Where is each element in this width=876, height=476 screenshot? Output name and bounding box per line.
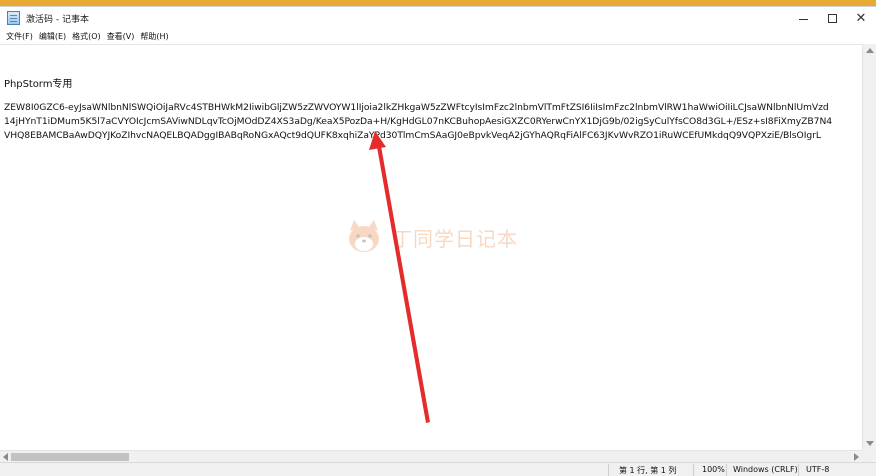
encoding: UTF-8 <box>806 465 830 474</box>
watermark-dog-logo <box>349 220 379 252</box>
status-separator <box>798 464 799 476</box>
menu-bar: 文件(F) 编辑(E) 格式(O) 查看(V) 帮助(H) <box>0 28 876 44</box>
close-icon: ✕ <box>855 10 867 26</box>
cursor-position: 第 1 行, 第 1 列 <box>619 466 677 475</box>
status-separator <box>608 464 609 476</box>
notepad-icon <box>7 11 20 25</box>
watermark-text: 丁同学日记本 <box>392 226 518 251</box>
horizontal-scrollbar[interactable] <box>0 450 862 462</box>
text-editor[interactable]: PhpStorm专用 ZEW8I0GZC6-eyJsaWNlbnNlSWQiOi… <box>0 44 862 450</box>
vertical-scrollbar[interactable] <box>862 44 876 450</box>
status-bar: 第 1 行, 第 1 列 100% Windows (CRLF) UTF-8 <box>0 462 876 476</box>
activation-code-line: VHQ8EBAMCBaAwDQYJKoZIhvcNAQELBQADggIBABq… <box>4 130 821 141</box>
menu-view[interactable]: 查看(V) <box>106 31 140 42</box>
zoom-level: 100% <box>702 465 725 474</box>
title-bar[interactable]: 激活码 - 记事本 ✕ <box>0 7 876 29</box>
activation-code-line: 14jHYnT1iDMum5K5l7aCVYOIcJcmSAViwNDLqvTc… <box>4 116 833 127</box>
minimize-icon <box>798 18 808 20</box>
status-separator <box>726 464 727 476</box>
menu-help[interactable]: 帮助(H) <box>139 31 173 42</box>
maximize-button[interactable] <box>816 7 848 29</box>
close-button[interactable]: ✕ <box>845 7 876 29</box>
scroll-down-icon[interactable] <box>866 441 874 446</box>
activation-code-line: ZEW8I0GZC6-eyJsaWNlbnNlSWQiOiJaRVc4STBHW… <box>4 102 829 113</box>
menu-edit[interactable]: 编辑(E) <box>38 31 71 42</box>
minimize-button[interactable] <box>787 7 819 29</box>
scroll-right-icon[interactable] <box>854 453 859 461</box>
horizontal-scroll-thumb[interactable] <box>11 453 129 461</box>
scroll-left-icon[interactable] <box>3 453 8 461</box>
maximize-icon <box>827 13 837 23</box>
notepad-window: 激活码 - 记事本 ✕ 文件(F) 编辑(E) 格式(O) 查看(V) 帮助(H… <box>0 6 876 476</box>
menu-format[interactable]: 格式(O) <box>71 31 106 42</box>
status-separator <box>693 464 694 476</box>
line-ending: Windows (CRLF) <box>733 465 798 474</box>
window-title: 激活码 - 记事本 <box>26 15 89 25</box>
watermark: 丁同学日记本 <box>344 215 544 259</box>
scrollbar-corner <box>862 450 876 462</box>
menu-file[interactable]: 文件(F) <box>5 31 38 42</box>
scroll-up-icon[interactable] <box>866 48 874 53</box>
document-heading: PhpStorm专用 <box>4 79 73 90</box>
